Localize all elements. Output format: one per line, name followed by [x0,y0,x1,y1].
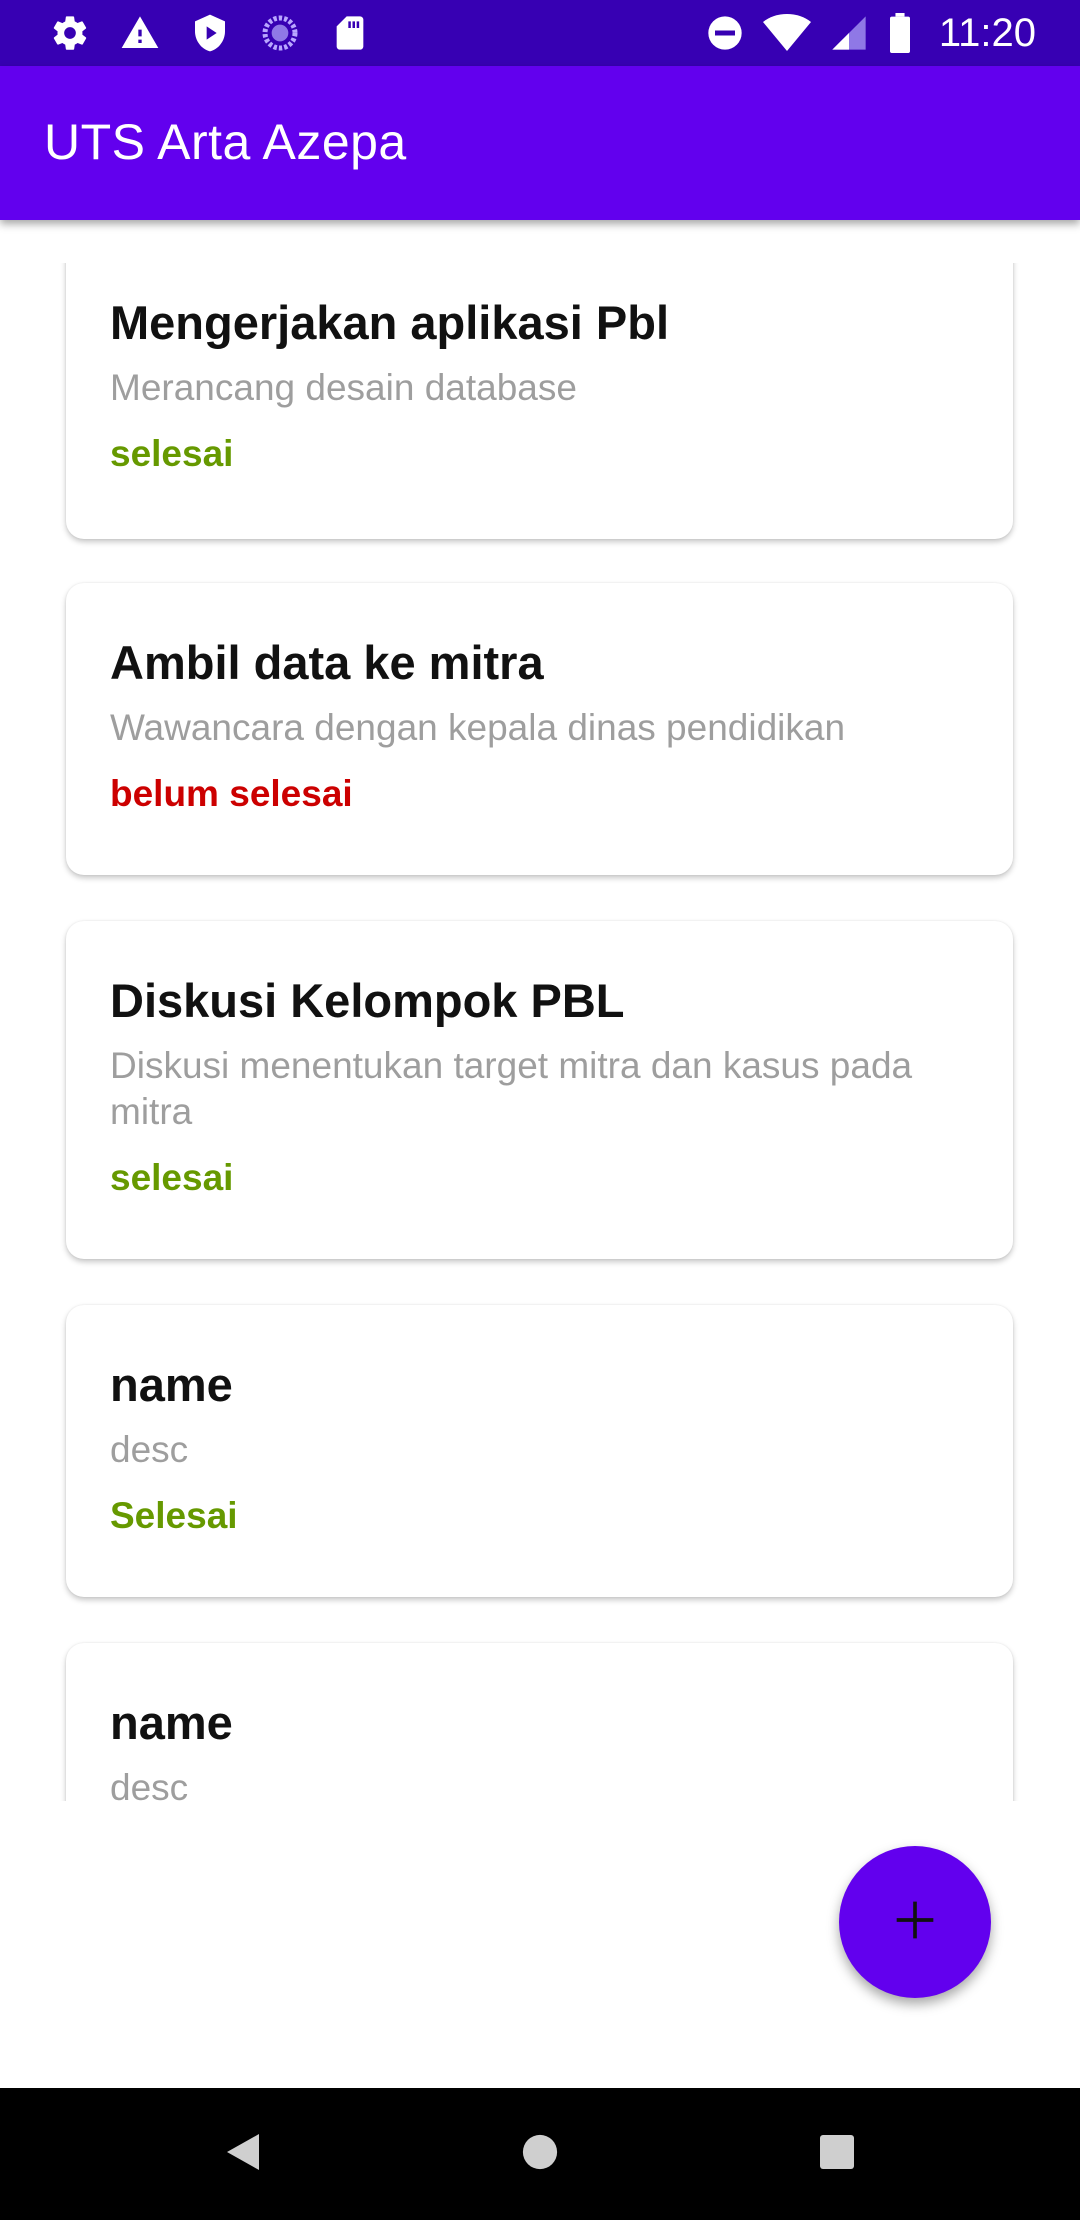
play-protect-icon [190,13,230,53]
status-left-icons [0,13,370,53]
warning-icon [120,13,160,53]
sd-card-icon [330,13,370,53]
add-task-fab[interactable] [839,1846,991,1998]
recents-icon [819,2134,855,2175]
task-status: Selesai [110,1495,238,1536]
task-name: name [110,1696,233,1749]
task-desc: Wawancara dengan kepala dinas pendidikan [110,707,846,748]
settings-icon [50,13,90,53]
task-status: selesai [110,1157,234,1198]
home-icon [521,2133,559,2176]
screen: 11:20 UTS Arta Azepa Mengerjakan aplikas… [0,0,1080,2220]
task-name: Mengerjakan aplikasi Pbl [110,296,669,349]
home-button[interactable] [480,2088,600,2220]
sync-circle-icon [260,13,300,53]
status-bar: 11:20 [0,0,1080,66]
do-not-disturb-icon [705,13,745,53]
task-card[interactable]: name desc Selesai [66,1305,1013,1597]
back-button[interactable] [183,2088,303,2220]
recents-button[interactable] [777,2088,897,2220]
task-desc: desc [110,1767,189,1801]
task-card[interactable]: name desc [66,1643,1013,1801]
back-icon [225,2132,261,2177]
task-status: belum selesai [110,773,353,814]
app-bar: UTS Arta Azepa [0,66,1080,220]
task-desc: desc [110,1429,189,1470]
cell-signal-icon [829,13,869,53]
plus-icon [893,1898,937,1947]
task-name: Diskusi Kelompok PBL [110,974,625,1027]
status-right-icons: 11:20 [705,11,1080,56]
task-desc: Diskusi menentukan target mitra dan kasu… [110,1045,913,1132]
task-name: Ambil data ke mitra [110,636,544,689]
battery-icon [887,13,913,53]
app-title: UTS Arta Azepa [44,114,407,170]
task-list[interactable]: Mengerjakan aplikasi Pbl Merancang desai… [0,263,1080,1801]
task-card[interactable]: Mengerjakan aplikasi Pbl Merancang desai… [66,263,1013,539]
task-desc: Merancang desain database [110,367,577,408]
clock: 11:20 [938,10,1036,55]
task-card[interactable]: Diskusi Kelompok PBL Diskusi menentukan … [66,921,1013,1259]
wifi-icon [762,13,811,53]
task-status: selesai [110,433,234,474]
navigation-bar [0,2088,1080,2220]
task-name: name [110,1358,233,1411]
task-card[interactable]: Ambil data ke mitra Wawancara dengan kep… [66,583,1013,875]
